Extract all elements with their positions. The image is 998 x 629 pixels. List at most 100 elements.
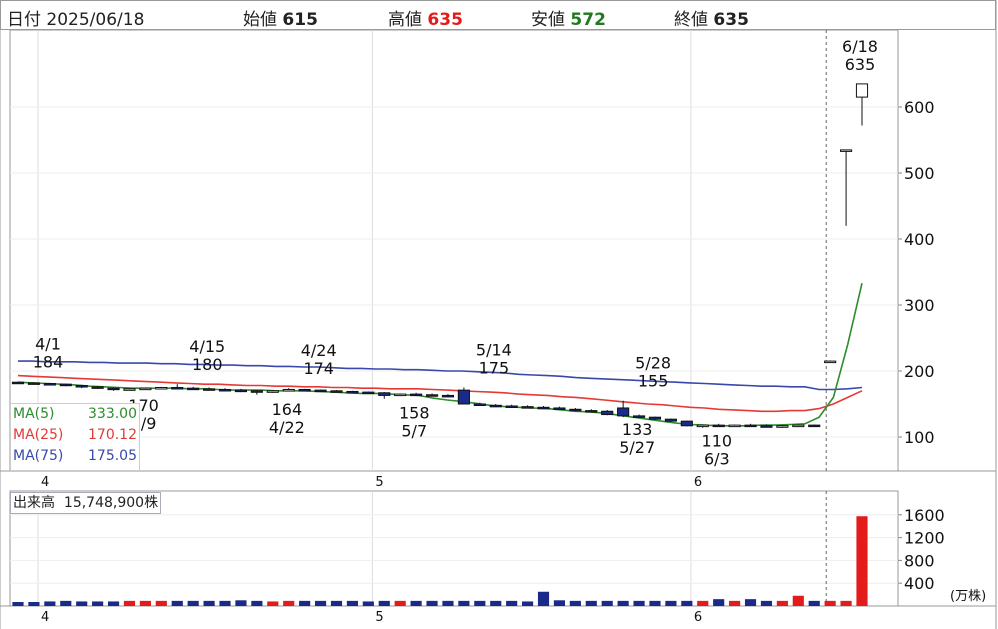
candle-body xyxy=(808,424,821,428)
annotation-label: 5/14 xyxy=(476,341,512,360)
price-tick-label: 400 xyxy=(904,230,935,249)
candle-body xyxy=(855,83,869,98)
candle-body xyxy=(203,388,216,391)
annotation-label: 6/3 xyxy=(704,449,730,468)
candle-body xyxy=(664,418,677,422)
annotation-label: 5/28 xyxy=(635,354,671,373)
candle-body xyxy=(728,424,741,428)
candle-body xyxy=(792,424,805,428)
volume-tick-label: 400 xyxy=(904,574,935,593)
candle-body xyxy=(537,406,550,410)
volume-bar xyxy=(760,600,773,606)
candle-body xyxy=(362,391,375,395)
candle-body xyxy=(425,394,439,397)
volume-bar xyxy=(219,600,231,606)
volume-bar xyxy=(601,600,613,606)
candle-body xyxy=(330,390,343,393)
candle-body xyxy=(776,425,789,428)
ma-legend: MA(5) 333.00 MA(25) 170.12 MA(75) 175.05 xyxy=(10,403,140,471)
candle-body xyxy=(760,425,773,428)
volume-bar xyxy=(314,600,327,606)
candle-body xyxy=(473,403,486,406)
volume-bar xyxy=(251,600,263,606)
volume-bar xyxy=(474,600,486,606)
candle-body xyxy=(824,360,837,364)
volume-value: 15,748,900株 xyxy=(63,495,159,511)
volume-bar xyxy=(410,600,422,606)
volume-bar xyxy=(123,600,136,606)
candle-body xyxy=(712,424,725,428)
legend-item: MA(25) 170.12 xyxy=(11,425,139,446)
volume-bar xyxy=(522,601,534,606)
annotation-label: 174 xyxy=(303,359,334,378)
candle-body xyxy=(553,407,566,410)
annotation-label: 155 xyxy=(638,372,669,391)
candle-body xyxy=(59,383,72,387)
annotation-label: 158 xyxy=(399,404,430,423)
legend-label: MA(25) xyxy=(13,427,64,443)
volume-bar xyxy=(808,600,820,606)
candle-body xyxy=(585,410,598,413)
annotation-label: 5/27 xyxy=(619,438,655,457)
volume-title: 出来高 15,748,900株 xyxy=(10,492,162,514)
volume-bar xyxy=(299,600,311,606)
candle-body xyxy=(505,405,518,408)
annotation-label: 635 xyxy=(845,55,876,74)
candle-body xyxy=(521,406,534,409)
candle-body xyxy=(696,424,709,428)
annotation-label: 6/18 xyxy=(842,37,878,56)
volume-bar xyxy=(506,600,518,606)
candle-body xyxy=(139,387,152,391)
volume-bar xyxy=(44,601,56,606)
candle-body xyxy=(489,404,502,408)
volume-bar xyxy=(426,600,438,606)
price-tick-label: 200 xyxy=(904,362,935,381)
volume-bar xyxy=(553,600,566,606)
volume-tick-label: 1600 xyxy=(904,506,945,525)
volume-bar xyxy=(187,600,199,606)
volume-bar xyxy=(171,600,183,606)
volume-bar xyxy=(840,600,852,606)
volume-bar xyxy=(203,600,215,606)
candle-body xyxy=(187,387,200,391)
volume-bar xyxy=(92,601,104,606)
candle-body xyxy=(632,415,646,418)
volume-bar xyxy=(330,600,343,606)
legend-value: 170.12 xyxy=(88,427,137,443)
price-tick-label: 300 xyxy=(904,296,935,315)
volume-unit-label: (万株) xyxy=(950,589,986,604)
annotation-label: 164 xyxy=(272,400,303,419)
volume-bar xyxy=(28,602,40,606)
volume-bar xyxy=(267,601,279,606)
candle-body xyxy=(680,420,693,427)
candle-body xyxy=(107,387,120,391)
candle-body xyxy=(744,424,757,428)
candle-body xyxy=(840,149,853,152)
legend-label: MA(75) xyxy=(13,448,64,464)
candle-body xyxy=(171,387,184,390)
volume-bar xyxy=(649,600,661,606)
candle-body xyxy=(601,410,614,416)
stock-chart[interactable]: 4 4 5 5 6 6 100 200 300 400 500 600 400 800 1200 1600 (万… xyxy=(0,0,998,629)
candle-body xyxy=(314,389,327,393)
volume-bar xyxy=(155,600,167,606)
candle-body xyxy=(234,389,248,393)
candle-body xyxy=(11,381,25,385)
volume-bar xyxy=(729,600,741,606)
volume-bar xyxy=(697,600,709,606)
volume-bar xyxy=(713,599,725,606)
legend-item: MA(5) 333.00 xyxy=(11,404,139,425)
legend-value: 175.05 xyxy=(88,448,137,464)
month-label-price: 4 xyxy=(41,475,49,490)
candle-body xyxy=(617,407,630,417)
volume-tick-label: 800 xyxy=(904,551,935,570)
candle-body xyxy=(298,388,311,392)
candle-body xyxy=(123,388,136,391)
volume-bar xyxy=(665,600,677,606)
annotation-label: 180 xyxy=(192,355,223,374)
volume-bar xyxy=(490,600,502,606)
candle-body xyxy=(155,387,168,390)
candle-body xyxy=(43,383,56,386)
price-tick-label: 100 xyxy=(904,428,935,447)
volume-bar xyxy=(283,600,295,606)
